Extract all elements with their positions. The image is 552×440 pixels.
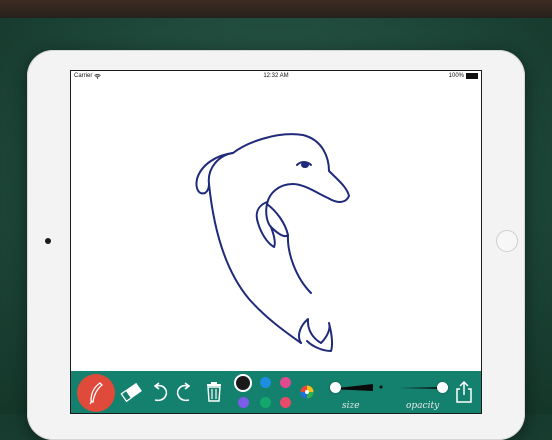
opacity-label: opacity xyxy=(406,401,440,411)
color-swatch-red[interactable] xyxy=(280,397,291,408)
undo-icon xyxy=(153,382,168,402)
redo-icon xyxy=(176,382,191,402)
redo-button[interactable] xyxy=(173,380,195,404)
drawing-canvas[interactable] xyxy=(71,83,481,371)
color-swatch-black[interactable] xyxy=(234,374,252,392)
color-swatch-pink[interactable] xyxy=(280,377,291,388)
color-picker-button[interactable] xyxy=(299,384,315,400)
eraser-button[interactable] xyxy=(119,380,143,404)
trash-icon xyxy=(207,382,221,402)
share-icon xyxy=(456,380,472,403)
color-wheel-icon xyxy=(300,385,314,399)
clear-button[interactable] xyxy=(203,380,225,404)
brush-button[interactable] xyxy=(77,374,115,412)
dolphin-drawing xyxy=(195,133,350,352)
color-swatch-blue[interactable] xyxy=(260,377,271,388)
share-button[interactable] xyxy=(453,379,475,405)
opacity-slider[interactable] xyxy=(399,381,449,395)
status-bar: Carrier 12:32 AM 100% xyxy=(71,71,481,83)
opacity-slider-thumb[interactable] xyxy=(437,382,449,393)
home-button[interactable] xyxy=(496,230,518,252)
drawing-toolbar: size opacity xyxy=(71,371,481,413)
app-screen: Carrier 12:32 AM 100% size opacity xyxy=(70,70,482,414)
battery-icon xyxy=(466,73,478,79)
size-label: size xyxy=(342,401,360,411)
camera-icon xyxy=(45,238,51,244)
battery-percent: 100% xyxy=(448,73,464,79)
eraser-icon xyxy=(120,382,142,403)
size-slider[interactable] xyxy=(329,381,391,395)
undo-button[interactable] xyxy=(149,380,171,404)
chalkboard-frame xyxy=(0,0,552,18)
status-time: 12:32 AM xyxy=(263,73,289,79)
color-swatch-purple[interactable] xyxy=(238,397,249,408)
color-swatch-green[interactable] xyxy=(260,397,271,408)
feather-brush-icon xyxy=(89,382,103,405)
